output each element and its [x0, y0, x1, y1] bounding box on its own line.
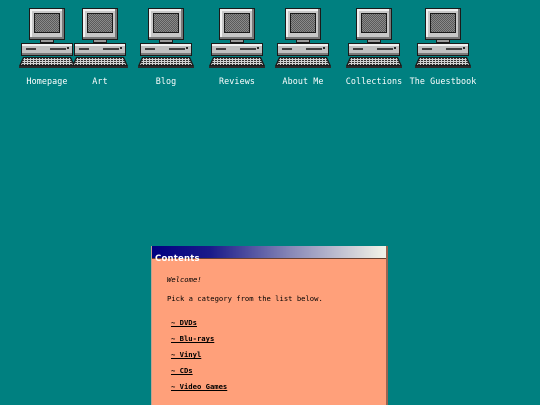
window-titlebar[interactable]: Contents — [152, 246, 386, 264]
computer-icon — [135, 6, 197, 70]
nav-label: The Guestbook — [409, 76, 477, 86]
category-link-blu-rays[interactable]: ~ Blu-rays — [171, 334, 214, 343]
nav-item-art[interactable]: Art — [65, 6, 135, 92]
nav-item-collections[interactable]: Collections — [339, 6, 409, 92]
category-list: ~ DVDs ~ Blu-rays ~ Vinyl ~ CDs ~ Video … — [167, 318, 386, 398]
nav-item-reviews[interactable]: Reviews — [202, 6, 272, 92]
desktop: Homepage Art Blog Reviews About Me Colle… — [0, 0, 540, 405]
list-item: ~ Vinyl — [171, 350, 386, 366]
nav-item-blog[interactable]: Blog — [131, 6, 201, 92]
contents-window: Contents Welcome! Pick a category from t… — [151, 246, 388, 405]
nav-label: About Me — [282, 76, 324, 86]
computer-icon — [206, 6, 268, 70]
computer-icon — [69, 6, 131, 70]
category-link-vinyl[interactable]: ~ Vinyl — [171, 350, 201, 359]
computer-icon — [272, 6, 334, 70]
nav-label: Collections — [345, 76, 403, 86]
nav-label: Blog — [155, 76, 177, 86]
list-item: ~ Blu-rays — [171, 334, 386, 350]
list-item: ~ DVDs — [171, 318, 386, 334]
nav-item-guestbook[interactable]: The Guestbook — [408, 6, 478, 92]
nav-label: Reviews — [219, 76, 255, 86]
computer-icon — [343, 6, 405, 70]
intro-text: Pick a category from the list below. — [167, 294, 323, 303]
category-link-dvds[interactable]: ~ DVDs — [171, 318, 197, 327]
category-link-video-games[interactable]: ~ Video Games — [171, 382, 227, 391]
nav-label: Art — [92, 76, 108, 86]
welcome-text: Welcome! — [167, 275, 202, 284]
nav-item-about-me[interactable]: About Me — [268, 6, 338, 92]
list-item: ~ Video Games — [171, 382, 386, 398]
list-item: ~ CDs — [171, 366, 386, 382]
category-link-cds[interactable]: ~ CDs — [171, 366, 193, 375]
computer-icon — [412, 6, 474, 70]
window-content: Welcome! Pick a category from the list b… — [152, 259, 386, 405]
